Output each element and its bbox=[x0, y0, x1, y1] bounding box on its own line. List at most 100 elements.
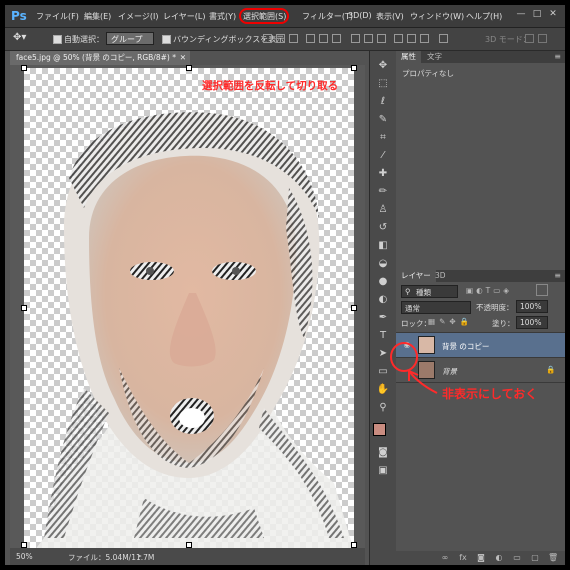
clone-stamp-tool-icon[interactable]: ♙ bbox=[375, 203, 391, 217]
quick-select-tool-icon[interactable]: ✎ bbox=[375, 113, 391, 127]
layers-panel-menu-icon[interactable]: ≡ bbox=[554, 270, 561, 282]
distribute-middle-icon[interactable] bbox=[364, 34, 373, 43]
tab-character[interactable]: 文字 bbox=[422, 51, 447, 63]
auto-select-checkbox[interactable] bbox=[53, 35, 62, 44]
distribute-left-icon[interactable] bbox=[394, 34, 403, 43]
close-document-icon[interactable]: ✕ bbox=[180, 51, 186, 65]
distribute-center-icon[interactable] bbox=[407, 34, 416, 43]
3d-roll-icon[interactable] bbox=[538, 34, 547, 43]
status-arrow-icon[interactable]: ▸ bbox=[138, 551, 142, 560]
document-image[interactable]: 選択範囲を反転して切り取る bbox=[24, 68, 354, 551]
menu-help[interactable]: ヘルプ(H) bbox=[466, 11, 502, 22]
eyedropper-tool-icon[interactable]: ⁄ bbox=[375, 149, 391, 163]
opacity-value: 100% bbox=[520, 302, 542, 311]
distribute-top-icon[interactable] bbox=[351, 34, 360, 43]
menu-edit[interactable]: 編集(E) bbox=[84, 11, 111, 22]
properties-content: プロパティなし bbox=[402, 69, 455, 78]
canvas-area[interactable]: 選択範囲を反転して切り取る bbox=[10, 65, 365, 551]
distribute-right-icon[interactable] bbox=[420, 34, 429, 43]
align-left-icon[interactable] bbox=[306, 34, 315, 43]
3d-rotate-icon[interactable] bbox=[525, 34, 534, 43]
adjustment-layer-icon[interactable]: ◐ bbox=[494, 553, 504, 563]
search-icon: ⚲ bbox=[405, 287, 411, 296]
bounding-box-checkbox[interactable] bbox=[162, 35, 171, 44]
menu-file[interactable]: ファイル(F) bbox=[36, 11, 79, 22]
dodge-tool-icon[interactable]: ◐ bbox=[375, 293, 391, 307]
transform-handle[interactable] bbox=[351, 65, 357, 71]
move-tool-icon[interactable]: ✥ bbox=[375, 59, 391, 73]
layer-style-icon[interactable]: fx bbox=[458, 553, 468, 563]
distribute-bottom-icon[interactable] bbox=[377, 34, 386, 43]
menu-type[interactable]: 書式(Y) bbox=[209, 11, 236, 22]
align-bottom-icon[interactable] bbox=[289, 34, 298, 43]
new-layer-icon[interactable]: ▢ bbox=[530, 553, 540, 563]
auto-align-icon[interactable] bbox=[439, 34, 448, 43]
menu-window[interactable]: ウィンドウ(W) bbox=[410, 11, 464, 22]
close-button[interactable]: ✕ bbox=[547, 8, 559, 20]
auto-select-dropdown[interactable]: グループ bbox=[106, 32, 154, 45]
blur-tool-icon[interactable]: ● bbox=[375, 275, 391, 289]
annotation-top: 選択範囲を反転して切り取る bbox=[202, 80, 339, 92]
annotation-layers: 非表示にしておく bbox=[442, 387, 538, 401]
history-brush-tool-icon[interactable]: ↺ bbox=[375, 221, 391, 235]
document-title: face5.jpg @ 50% (背景 のコピー, RGB/8#) * bbox=[16, 53, 176, 62]
layer-name: 背景 のコピー bbox=[442, 342, 490, 351]
menu-layer[interactable]: レイヤー(L) bbox=[163, 11, 205, 22]
fill-field[interactable]: 100% bbox=[516, 316, 548, 329]
layer-filter-icons[interactable]: ▣◐T▭◈ bbox=[466, 286, 512, 295]
filter-kind-value: 種類 bbox=[416, 288, 431, 297]
align-top-icon[interactable] bbox=[263, 34, 272, 43]
maximize-button[interactable]: □ bbox=[531, 8, 543, 20]
screen-mode-icon[interactable]: ▣ bbox=[375, 464, 391, 478]
filter-toggle-icon[interactable] bbox=[536, 284, 548, 296]
brush-tool-icon[interactable]: ✏ bbox=[375, 185, 391, 199]
zoom-level[interactable]: 50% bbox=[16, 552, 33, 561]
move-tool-preset-icon[interactable]: ✥▾ bbox=[13, 32, 26, 43]
panels-dock: 属性 文字 ≡ プロパティなし レイヤー 3D ≡ ⚲ 種類 ▣◐T▭◈ 通常 … bbox=[396, 51, 565, 565]
opacity-label: 不透明度： bbox=[476, 303, 514, 312]
photoshop-window: Ps ファイル(F) 編集(E) イメージ(I) レイヤー(L) 書式(Y) 選… bbox=[5, 5, 565, 565]
lock-icons[interactable]: ▦✎✥🔒 bbox=[428, 317, 473, 326]
status-bar: 50% ファイル：5.04M/11.7M ▸ bbox=[10, 548, 365, 565]
menu-bar: Ps ファイル(F) 編集(E) イメージ(I) レイヤー(L) 書式(Y) 選… bbox=[5, 5, 565, 28]
crop-tool-icon[interactable]: ⌗ bbox=[375, 131, 391, 145]
align-center-icon[interactable] bbox=[319, 34, 328, 43]
properties-tabbar: 属性 文字 ≡ bbox=[396, 51, 565, 63]
healing-brush-tool-icon[interactable]: ✚ bbox=[375, 167, 391, 181]
align-middle-icon[interactable] bbox=[276, 34, 285, 43]
new-group-icon[interactable]: ▭ bbox=[512, 553, 522, 563]
quick-mask-icon[interactable]: ◙ bbox=[375, 446, 391, 460]
layer-filter-dropdown[interactable]: ⚲ 種類 bbox=[401, 285, 458, 298]
menu-filter[interactable]: フィルター(T) bbox=[302, 11, 353, 22]
tab-3d[interactable]: 3D bbox=[430, 270, 451, 282]
options-bar: ✥▾ 自動選択： グループ バウンディングボックスを表示 3D モード： bbox=[5, 28, 565, 51]
minimize-button[interactable]: — bbox=[515, 8, 527, 20]
menu-view[interactable]: 表示(V) bbox=[376, 11, 404, 22]
marquee-tool-icon[interactable]: ⬚ bbox=[375, 77, 391, 91]
annotation-arrow bbox=[390, 342, 438, 394]
auto-select-label: 自動選択： bbox=[64, 35, 104, 44]
menu-3d[interactable]: 3D(D) bbox=[348, 11, 372, 20]
pen-tool-icon[interactable]: ✒ bbox=[375, 311, 391, 325]
panel-menu-icon[interactable]: ≡ bbox=[554, 51, 561, 63]
blend-mode-dropdown[interactable]: 通常 bbox=[401, 301, 471, 314]
tab-properties[interactable]: 属性 bbox=[396, 51, 421, 63]
blend-mode-value: 通常 bbox=[405, 304, 420, 313]
paint-bucket-tool-icon[interactable]: ◒ bbox=[375, 257, 391, 271]
fill-label: 塗り： bbox=[492, 319, 515, 328]
lasso-tool-icon[interactable]: ℓ bbox=[375, 95, 391, 109]
align-right-icon[interactable] bbox=[332, 34, 341, 43]
layer-mask-icon[interactable]: ◙ bbox=[476, 553, 486, 563]
transform-handle[interactable] bbox=[21, 305, 27, 311]
opacity-field[interactable]: 100% bbox=[516, 300, 548, 313]
link-layers-icon[interactable]: ∞ bbox=[440, 553, 450, 563]
foreground-color-swatch[interactable] bbox=[373, 423, 386, 436]
trash-icon[interactable]: 🗑 bbox=[548, 553, 558, 563]
menu-image[interactable]: イメージ(I) bbox=[118, 11, 158, 22]
transform-handle[interactable] bbox=[351, 305, 357, 311]
eraser-tool-icon[interactable]: ◧ bbox=[375, 239, 391, 253]
transform-handle[interactable] bbox=[186, 65, 192, 71]
transform-handle[interactable] bbox=[21, 65, 27, 71]
document-tab[interactable]: face5.jpg @ 50% (背景 のコピー, RGB/8#) * ✕ bbox=[10, 51, 190, 65]
tools-panel: ✥ ⬚ ℓ ✎ ⌗ ⁄ ✚ ✏ ♙ ↺ ◧ ◒ ● ◐ ✒ T ➤ ▭ ✋ ⚲ … bbox=[369, 51, 397, 565]
